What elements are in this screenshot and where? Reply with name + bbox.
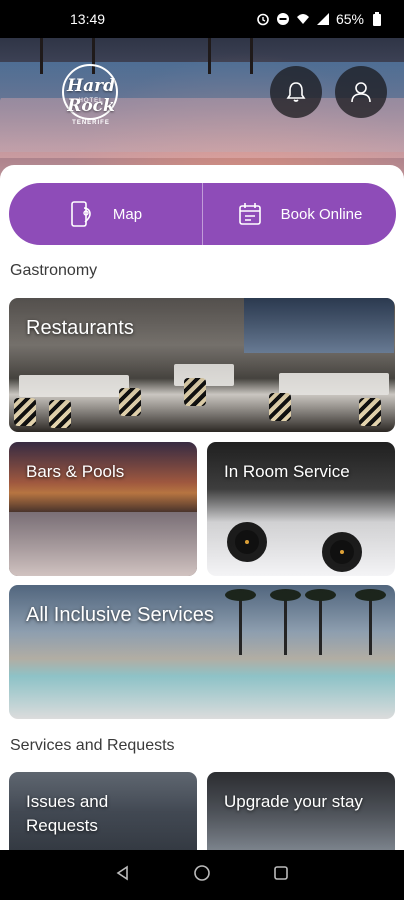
palm-decor	[28, 28, 55, 74]
services-title: Services and Requests	[10, 737, 175, 754]
home-icon[interactable]	[193, 864, 211, 887]
upgrade-stay-label: Upgrade your stay	[224, 792, 363, 811]
profile-button[interactable]	[335, 66, 387, 118]
all-inclusive-label: All Inclusive Services	[26, 604, 214, 626]
palm-decor	[196, 28, 223, 74]
in-room-service-label: In Room Service	[224, 462, 350, 481]
gastronomy-title: Gastronomy	[10, 262, 98, 279]
navigation-bar	[0, 850, 404, 900]
logo-wordmark: Hard Rock	[67, 76, 115, 116]
logo-hotel-text: HOTEL	[78, 98, 104, 104]
back-icon[interactable]	[115, 865, 131, 886]
signal-icon	[316, 12, 330, 26]
content-sheet: Map Book Online Gastronomy Restaurants B…	[0, 165, 404, 855]
bars-pools-card[interactable]: Bars & Pools	[9, 442, 197, 576]
map-icon	[71, 201, 91, 227]
map-label: Map	[112, 205, 143, 223]
upgrade-stay-card[interactable]: Upgrade your stay	[207, 772, 395, 855]
calendar-icon	[238, 203, 261, 225]
restaurants-card[interactable]: Restaurants	[9, 298, 395, 432]
status-time: 13:49	[70, 11, 106, 27]
all-inclusive-card[interactable]: All Inclusive Services	[9, 585, 395, 719]
logo-city-text: TENERIFE	[72, 120, 110, 126]
in-room-service-card[interactable]: In Room Service	[207, 442, 395, 576]
map-button[interactable]: Map	[9, 183, 202, 245]
notifications-button[interactable]	[270, 66, 322, 118]
action-bar: Map Book Online	[9, 183, 396, 245]
person-icon	[351, 82, 371, 103]
alarm-icon	[256, 12, 270, 26]
battery-percent: 65%	[335, 11, 364, 27]
bell-icon	[286, 82, 306, 102]
palm-decor	[238, 28, 265, 74]
restaurants-label: Restaurants	[26, 317, 134, 339]
bars-pools-label: Bars & Pools	[26, 462, 125, 481]
status-bar: 13:49 65%	[0, 0, 404, 38]
battery-icon	[370, 12, 384, 26]
wifi-icon	[296, 12, 310, 26]
hotel-logo: Hard Rock HOTEL TENERIFE	[48, 64, 134, 126]
book-online-button[interactable]: Book Online	[203, 183, 396, 245]
issues-requests-label: Issues and Requests	[26, 792, 109, 835]
book-online-label: Book Online	[280, 205, 363, 223]
issues-requests-card[interactable]: Issues and Requests	[9, 772, 197, 855]
do-not-disturb-icon	[276, 12, 290, 26]
recents-icon[interactable]	[273, 865, 289, 886]
